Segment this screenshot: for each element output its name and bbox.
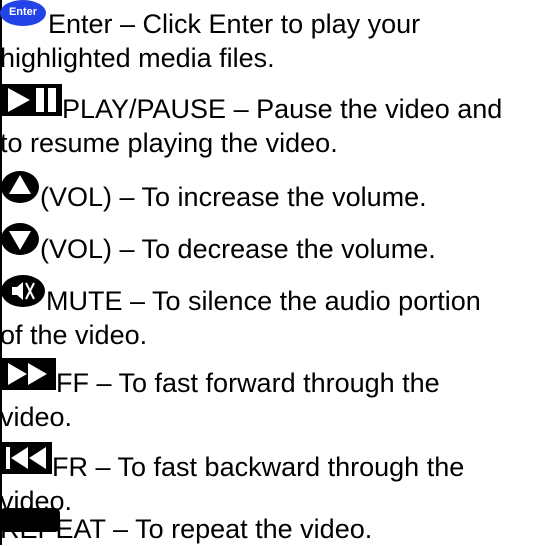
instruction-play-pause: PLAY/PAUSE – Pause the video and to resu… <box>0 84 548 160</box>
fast-rewind-icon <box>0 442 52 474</box>
instruction-enter-line1: Enter – Click Enter to play your <box>48 9 421 39</box>
volume-down-icon <box>1 223 39 255</box>
play-pause-icon <box>0 84 62 116</box>
volume-up-icon <box>1 171 39 203</box>
instruction-fast-forward-line1: FF – To fast forward through the <box>56 368 440 398</box>
instruction-enter: Enter Enter – Click Enter to play your h… <box>0 0 548 76</box>
instruction-volume-down-text: (VOL) – To decrease the volume. <box>40 234 436 264</box>
instruction-mute-line2: of the video. <box>0 320 148 350</box>
instruction-volume-up: (VOL) – To increase the volume. <box>0 170 548 212</box>
instruction-mute: MUTE – To silence the audio portion of t… <box>0 274 548 350</box>
instruction-fast-forward-line2: video. <box>0 402 73 432</box>
repeat-icon <box>0 508 60 532</box>
instruction-enter-line2: highlighted media files. <box>0 43 275 73</box>
instruction-volume-down: (VOL) – To decrease the volume. <box>0 222 548 264</box>
instruction-volume-up-text: (VOL) – To increase the volume. <box>40 182 427 212</box>
instruction-repeat: REPEAT – To repeat the video. <box>0 506 548 545</box>
instruction-mute-line1: MUTE – To silence the audio portion <box>46 286 481 316</box>
mute-icon <box>1 275 45 307</box>
instruction-fast-rewind-line1: FR – To fast backward through the <box>52 452 465 482</box>
instruction-play-pause-line2: to resume playing the video. <box>0 128 338 158</box>
instruction-play-pause-line1: PLAY/PAUSE – Pause the video and <box>62 94 503 124</box>
fast-forward-icon <box>0 358 56 390</box>
enter-icon: Enter <box>0 0 46 26</box>
instruction-fast-forward: FF – To fast forward through the video. <box>0 358 548 434</box>
